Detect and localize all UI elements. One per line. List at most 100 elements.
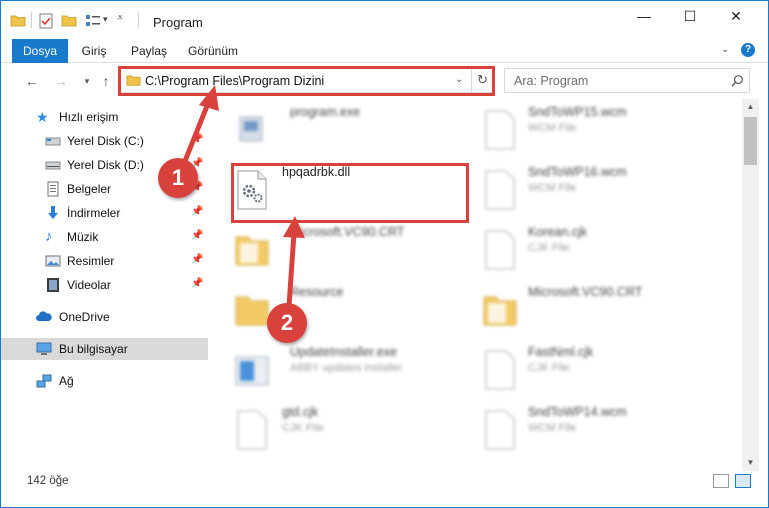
sidebar-item-music[interactable]: ♪ Müzik 📌 [1, 226, 208, 248]
file-item-microsoft-vc90-crt[interactable]: Microsoft.VC90.CRT [232, 221, 462, 277]
file-item-microsoft-vc90-crt-2[interactable]: Microsoft.VC90.CRT [480, 281, 710, 337]
scroll-up-icon[interactable]: ▲ [742, 99, 759, 115]
new-folder-icon[interactable] [61, 13, 77, 29]
vertical-scrollbar[interactable]: ▲ ▼ [742, 99, 759, 471]
sidebar-item-label: Belgeler [67, 182, 112, 196]
file-name: SndToWP16.wcm [528, 165, 627, 179]
scrollbar-thumb[interactable] [744, 117, 757, 165]
music-icon: ♪ [45, 228, 53, 245]
maximize-button[interactable]: ☐ [667, 1, 713, 31]
sidebar-item-quick-access[interactable]: ★ Hızlı erişim [1, 106, 208, 128]
file-name: Korean.cjk [528, 225, 588, 239]
back-arrow-icon[interactable]: ← [23, 72, 41, 90]
drive-icon [45, 161, 61, 170]
status-bar: 142 öğe [1, 471, 768, 493]
file-type: WCM File [528, 422, 577, 434]
pin-icon: 📌 [191, 206, 204, 217]
large-icons-view-icon[interactable] [735, 474, 751, 488]
file-name: Resource [290, 285, 344, 299]
sidebar-item-label: Yerel Disk (D:) [67, 158, 144, 172]
step-1-badge: 1 [158, 158, 198, 198]
file-name: SndToWP14.wcm [528, 405, 627, 419]
tab-paylas[interactable]: Paylaş [128, 39, 170, 63]
sidebar-item-label: Ağ [59, 374, 74, 388]
sidebar-item-onedrive[interactable]: OneDrive [1, 306, 208, 328]
explorer-window: ▾ ⩡ Program — ☐ ✕ Dosya Giriş Paylaş Gör… [0, 0, 769, 508]
sidebar-item-label: OneDrive [59, 310, 110, 324]
properties-icon[interactable] [38, 13, 54, 29]
sidebar-item-this-pc[interactable]: Bu bilgisayar [1, 338, 208, 360]
pin-icon: 📌 [191, 254, 204, 265]
computer-icon [36, 342, 52, 355]
file-type: CJK File [528, 242, 570, 254]
file-icon [485, 110, 515, 150]
tab-gorunum[interactable]: Görünüm [187, 39, 239, 63]
view-options-icon[interactable] [85, 13, 101, 29]
sidebar-item-downloads[interactable]: İndirmeler 📌 [1, 202, 208, 224]
file-type: ABBY updates installer [290, 362, 403, 374]
file-name: Microsoft.VC90.CRT [528, 285, 643, 299]
item-count: 142 öğe [27, 475, 69, 487]
sidebar-item-local-disk-c[interactable]: Yerel Disk (C:) 📌 [1, 130, 208, 152]
search-placeholder: Ara: Program [514, 74, 589, 88]
file-item-korean-cjk[interactable]: Korean.cjk CJK File [480, 221, 710, 277]
folder-icon [235, 236, 269, 266]
drive-icon [45, 137, 61, 146]
sidebar-item-label: Müzik [67, 230, 99, 244]
file-item-updateinstaller-exe[interactable]: UpdateInstaller.exe ABBY updates install… [232, 341, 462, 397]
file-icon [237, 410, 267, 450]
qa-divider-2 [138, 12, 139, 28]
file-item-fastnml-cjk[interactable]: FastNml.cjk CJK File [480, 341, 710, 397]
file-type: WCM File [528, 122, 577, 134]
minimize-button[interactable]: — [621, 1, 667, 31]
file-type: CJK File [282, 422, 324, 434]
file-item-resource[interactable]: Resource [232, 281, 462, 337]
navigation-pane: ★ Hızlı erişim Yerel Disk (C:) 📌 Yerel D… [1, 99, 208, 461]
file-item-sndtowp15-wcm[interactable]: SndToWP15.wcm WCM File [480, 101, 710, 157]
folder-icon [10, 15, 26, 27]
ribbon-tabs: Dosya Giriş Paylaş Görünüm ⌄ ? [1, 39, 768, 63]
file-item-program-exe[interactable]: program.exe [232, 101, 462, 157]
title-bar: ▾ ⩡ Program — ☐ ✕ [1, 1, 768, 39]
file-name: Microsoft.VC90.CRT [290, 225, 405, 239]
installer-icon [235, 356, 269, 386]
expand-ribbon-icon[interactable]: ⌄ [721, 44, 729, 55]
folder-icon [235, 296, 269, 326]
tab-dosya[interactable]: Dosya [12, 39, 68, 63]
file-icon [485, 350, 515, 390]
qa-dropdown-icon[interactable]: ▾ [103, 14, 108, 25]
pin-icon: 📌 [191, 230, 204, 241]
file-icon [485, 230, 515, 270]
customize-qa-icon[interactable]: ⩡ [117, 12, 123, 25]
file-item-gtd-cjk[interactable]: gtd.cjk CJK File [232, 401, 462, 457]
file-item-sndtowp16-wcm[interactable]: SndToWP16.wcm WCM File [480, 161, 710, 217]
address-highlight-box [118, 66, 495, 96]
documents-icon [47, 181, 59, 197]
up-arrow-icon[interactable]: ↑ [97, 72, 115, 90]
sidebar-item-label: Yerel Disk (C:) [67, 134, 144, 148]
file-highlight-box [231, 163, 469, 223]
sidebar-item-network[interactable]: Ağ [1, 370, 208, 392]
close-button[interactable]: ✕ [713, 1, 759, 31]
sidebar-item-label: Bu bilgisayar [59, 342, 128, 356]
recent-locations-icon[interactable]: ▾ [78, 72, 96, 90]
scroll-down-icon[interactable]: ▼ [742, 455, 759, 471]
file-icon [485, 410, 515, 450]
minimize-icon: — [637, 8, 651, 24]
file-name: program.exe [290, 105, 361, 119]
file-item-sndtowp14-wcm[interactable]: SndToWP14.wcm WCM File [480, 401, 710, 457]
tab-giris[interactable]: Giriş [76, 39, 112, 63]
sidebar-item-label: Resimler [67, 254, 115, 268]
sidebar-item-pictures[interactable]: Resimler 📌 [1, 250, 208, 272]
search-icon [731, 75, 743, 87]
search-input[interactable]: Ara: Program [504, 68, 750, 93]
help-icon[interactable]: ? [741, 43, 755, 57]
forward-arrow-icon[interactable]: → [52, 72, 70, 90]
file-name: SndToWP15.wcm [528, 105, 627, 119]
pin-icon: 📌 [191, 134, 204, 145]
details-view-icon[interactable] [713, 474, 729, 488]
pictures-icon [45, 255, 61, 267]
qa-divider [31, 12, 32, 28]
sidebar-item-videos[interactable]: Videolar 📌 [1, 274, 208, 296]
network-icon [36, 374, 52, 388]
